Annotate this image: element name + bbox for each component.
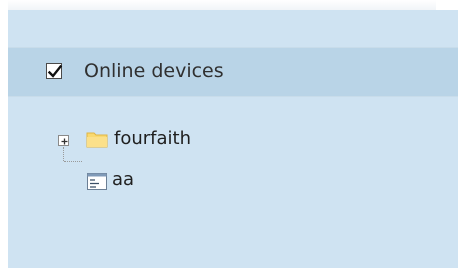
online-devices-header: Online devices [8,47,458,97]
panel-top-strip [8,0,436,10]
device-list-icon [87,173,107,190]
device-tree-panel: Online devices fourfaith aa [8,10,458,268]
tree-connector-line [64,161,82,162]
folder-icon [86,132,108,148]
checkmark-icon [47,64,63,78]
expand-plus-icon[interactable] [58,135,69,146]
tree-node-aa[interactable]: aa [112,169,134,190]
online-devices-checkbox[interactable] [46,63,63,79]
online-devices-label: Online devices [84,60,224,82]
tree-node-fourfaith[interactable]: fourfaith [114,128,191,149]
tree-connector-line [63,147,64,161]
